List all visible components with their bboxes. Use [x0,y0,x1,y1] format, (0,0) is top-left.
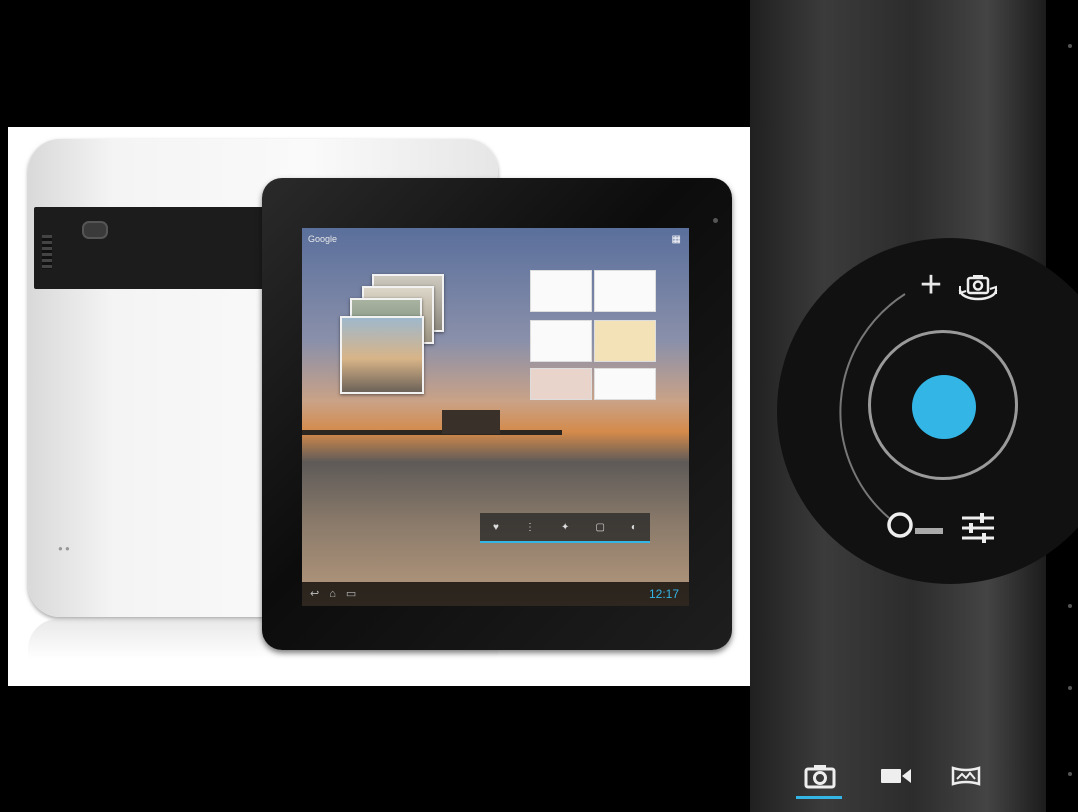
dock-app-icon: ✦ [561,521,570,533]
camera-icon [804,765,836,789]
dock-app-icon: ◐ [630,521,637,533]
switch-camera-icon [958,275,998,301]
screen-search-label: Google [308,234,338,244]
switch-camera-button[interactable] [956,272,1000,304]
zoom-out-button[interactable] [884,508,946,542]
mode-photo-button[interactable] [800,760,840,792]
pier-image [302,430,562,435]
widget-card [594,270,656,312]
settings-button[interactable] [958,510,998,546]
rear-camera-lens [82,221,108,239]
edge-dot [1068,772,1072,776]
edge-dot [1068,604,1072,608]
pier-house-image [442,410,500,434]
video-camera-icon [881,769,911,783]
mode-video-button[interactable] [876,760,916,792]
tablet-front-image: Google ▦ ♥ ⋮ ✦ ▢ ◐ ↩⌂▭ 12:17 [262,178,732,650]
dock-app-icon: ⋮ [524,521,535,533]
plus-icon: + [919,264,943,306]
mode-panorama-button[interactable] [946,760,986,792]
edge-dot [1068,44,1072,48]
zoom-in-button[interactable]: + [914,264,948,306]
screen-navbar: ↩⌂▭ 12:17 [302,582,689,606]
front-camera-dot [713,218,718,223]
widget-card [530,270,592,312]
dock-heart-icon: ♥ [493,521,499,533]
tablet-back-band [34,207,294,289]
photo-stack-card [340,316,424,394]
settings-sliders-icon [962,513,994,543]
tablet-screen: Google ▦ ♥ ⋮ ✦ ▢ ◐ ↩⌂▭ 12:17 [302,228,689,606]
zoom-out-slider-icon [887,512,943,538]
widget-card [530,368,592,400]
widget-card [594,368,656,400]
screen-dock: ♥ ⋮ ✦ ▢ ◐ [480,513,650,543]
widget-card [594,320,656,362]
selected-mode-indicator [796,796,842,799]
panorama-icon [951,766,981,786]
dock-app-icon: ▢ [595,521,605,533]
preview-image: ● ● Google ▦ ♥ ⋮ ✦ ▢ ◐ ↩⌂▭ 12:17 [8,127,753,686]
apps-grid-icon: ▦ [671,234,681,245]
widget-card [530,320,592,362]
camera-mode-bar [780,750,1020,800]
shutter-button[interactable] [912,375,976,439]
screen-clock: 12:17 [648,587,679,601]
tablet-ports: ● ● [58,544,70,553]
navbar-buttons-icon: ↩⌂▭ [310,588,367,600]
edge-dot [1068,686,1072,690]
speaker-grill [42,235,52,269]
